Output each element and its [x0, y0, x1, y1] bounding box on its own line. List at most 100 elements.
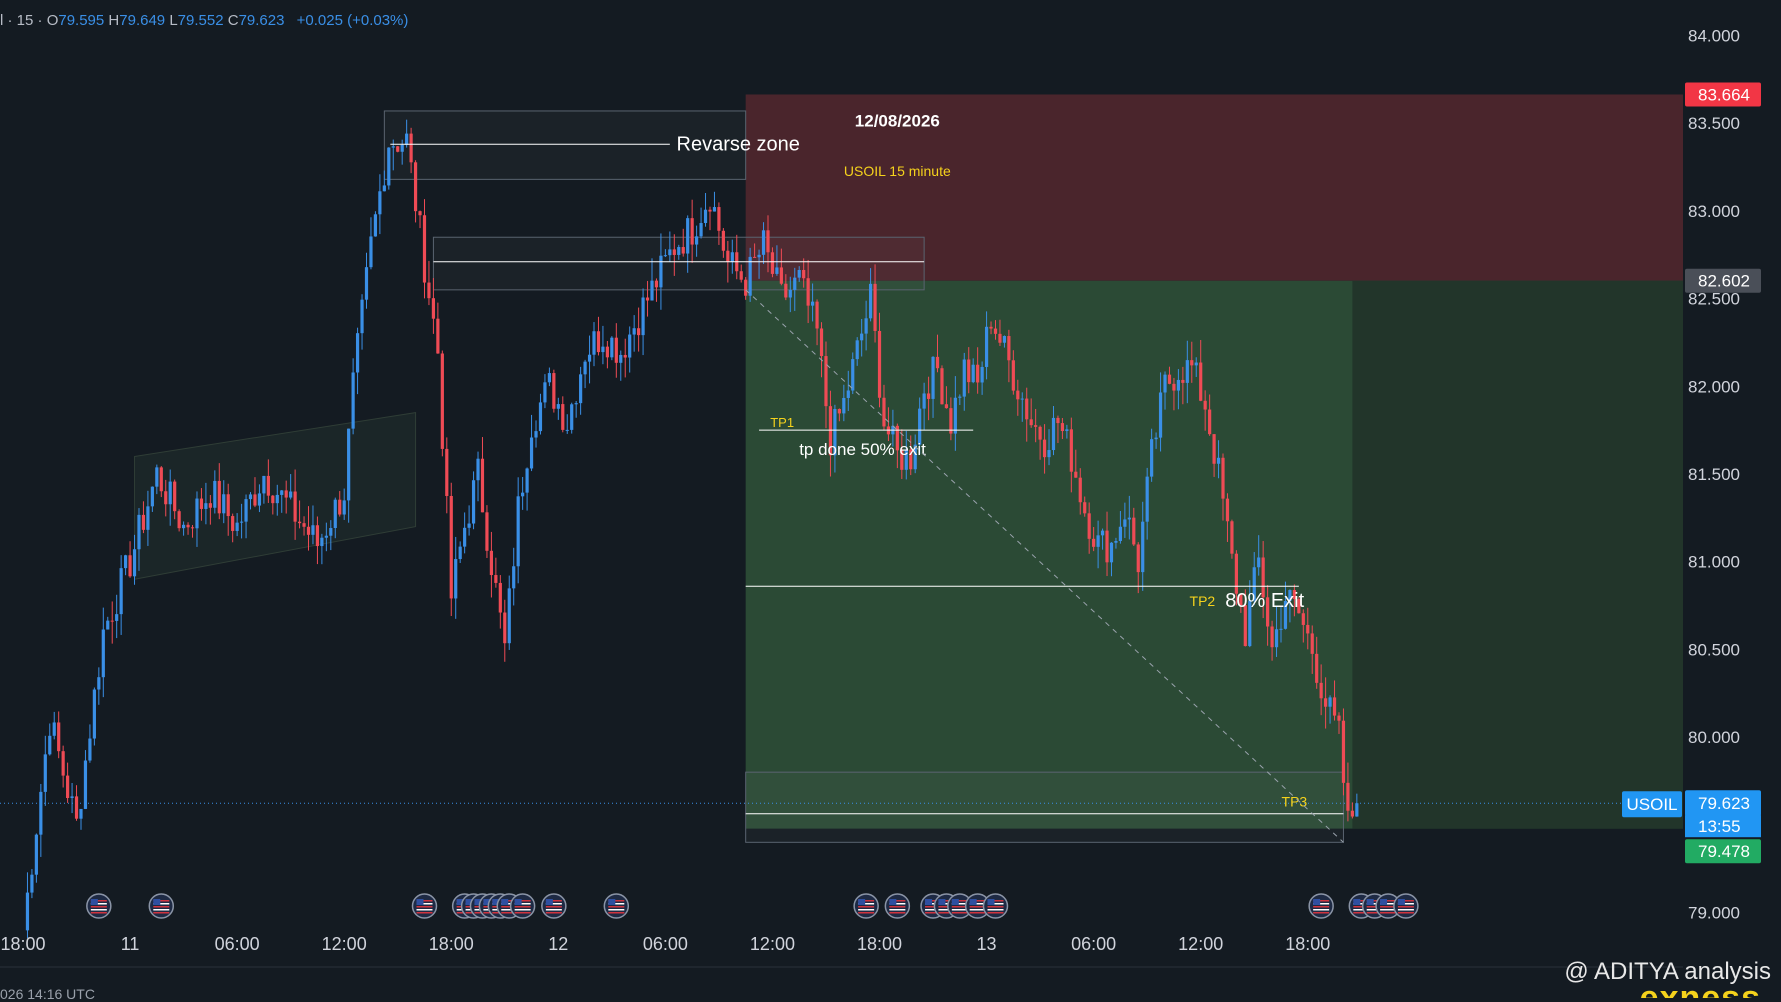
- candle-body: [471, 480, 476, 524]
- candle-body: [1083, 502, 1087, 514]
- price-badge-current[interactable]: 79.623: [1685, 790, 1761, 817]
- flag-canton: [608, 899, 616, 905]
- candle-body: [409, 133, 413, 163]
- price-chart[interactable]: Revarse zone 12/08/2026 USOIL 15 minute TP1…: [0, 0, 1781, 998]
- open-value: 79.595: [58, 12, 105, 29]
- candle-body: [494, 575, 498, 583]
- us-flag-icon[interactable]: [603, 893, 630, 919]
- candle-body: [248, 494, 253, 500]
- candle-body: [1274, 629, 1279, 648]
- flag-stripe: [153, 906, 170, 908]
- candle-body: [761, 230, 766, 255]
- price-tick: 80.000: [1688, 728, 1740, 747]
- candle-body: [931, 356, 935, 399]
- close-value: 79.623: [238, 12, 285, 29]
- flag-stripe: [889, 906, 906, 908]
- candle: [396, 145, 400, 153]
- candle-body: [516, 496, 520, 567]
- candle-body: [1332, 697, 1337, 716]
- us-flag-icon[interactable]: [853, 893, 879, 919]
- candle-body: [333, 499, 337, 529]
- candle-body: [668, 249, 672, 256]
- candle-body: [373, 214, 378, 237]
- candle-body: [753, 256, 757, 258]
- candle-body: [1315, 653, 1319, 683]
- candle-body: [338, 499, 342, 515]
- us-flag-icon[interactable]: [148, 893, 175, 919]
- flag-stripe: [514, 909, 531, 911]
- candle-body: [1270, 626, 1274, 648]
- us-flag-icon[interactable]: [1393, 893, 1419, 919]
- candle-body: [561, 404, 565, 430]
- candle-body: [1118, 526, 1123, 541]
- candle-body: [115, 614, 119, 621]
- price-badge-stop[interactable]: 83.664: [1685, 82, 1761, 107]
- candle-body: [632, 328, 636, 335]
- candle-body: [601, 346, 605, 353]
- us-flag-icon[interactable]: [86, 893, 112, 919]
- candle-body: [128, 555, 132, 577]
- candle-body: [1069, 429, 1073, 472]
- candle-body: [280, 490, 284, 495]
- flag-canton: [1313, 899, 1321, 905]
- tp3-zone[interactable]: [745, 771, 1344, 843]
- flag-stripe: [889, 909, 906, 911]
- candle-body: [766, 230, 770, 253]
- candle-body: [695, 236, 699, 245]
- candle-body: [1051, 417, 1056, 451]
- candle-body: [748, 256, 752, 296]
- candle-body: [842, 397, 846, 414]
- us-flag-icon[interactable]: [411, 893, 438, 919]
- candle-body: [605, 346, 609, 358]
- candle-body: [293, 491, 297, 522]
- candle-body: [730, 252, 734, 262]
- candle-body: [926, 393, 931, 399]
- flag-stripe: [90, 912, 107, 914]
- candle-body: [1212, 434, 1216, 464]
- candle-body: [525, 468, 529, 493]
- candle-body: [565, 429, 569, 431]
- us-flag-icon[interactable]: [541, 893, 567, 919]
- us-flag-icon[interactable]: [1308, 893, 1334, 919]
- candle-body: [944, 404, 949, 409]
- flag-canton: [889, 899, 897, 905]
- candle-body: [663, 255, 667, 257]
- candle-body: [1047, 450, 1051, 458]
- reverse-zone-label: Revarse zone: [677, 133, 800, 155]
- candle-body: [25, 892, 30, 931]
- candle-body: [97, 677, 101, 690]
- candle-body: [846, 390, 850, 398]
- candle-body: [703, 209, 708, 224]
- flag-stripe: [153, 909, 170, 911]
- candle-body: [297, 521, 302, 524]
- time-tick: 12:00: [1178, 934, 1223, 954]
- candle-body: [690, 218, 694, 245]
- candle-body: [1065, 429, 1069, 432]
- candle-body: [962, 359, 966, 397]
- flag-stripe: [858, 912, 875, 914]
- candle-body: [819, 328, 824, 357]
- candle-body: [422, 215, 427, 283]
- price-badge-text: 83.664: [1698, 85, 1750, 104]
- us-flag-icon[interactable]: [884, 893, 911, 919]
- candle-body: [993, 328, 998, 334]
- candle-body: [1145, 476, 1149, 522]
- candle-body: [628, 334, 632, 358]
- candle-body: [980, 366, 984, 383]
- flag-stripe: [1397, 909, 1414, 911]
- us-flag-icon[interactable]: [509, 893, 536, 919]
- candle-body: [1011, 360, 1015, 391]
- price-badge-entry[interactable]: 82.602: [1685, 268, 1761, 293]
- tp2-label: TP2: [1190, 593, 1216, 609]
- candle-body: [458, 546, 462, 560]
- candle-body: [1038, 426, 1042, 440]
- us-flag-icon[interactable]: [982, 893, 1009, 919]
- time-tick: 12: [548, 934, 568, 954]
- flag-stripe: [1397, 912, 1414, 914]
- candle-body: [712, 207, 717, 212]
- candle-body: [1132, 517, 1136, 545]
- candle-body: [92, 689, 96, 739]
- flag-canton: [90, 899, 98, 905]
- symbol-badge[interactable]: USOIL: [1622, 791, 1682, 818]
- price-badge-target[interactable]: 79.478: [1685, 839, 1761, 864]
